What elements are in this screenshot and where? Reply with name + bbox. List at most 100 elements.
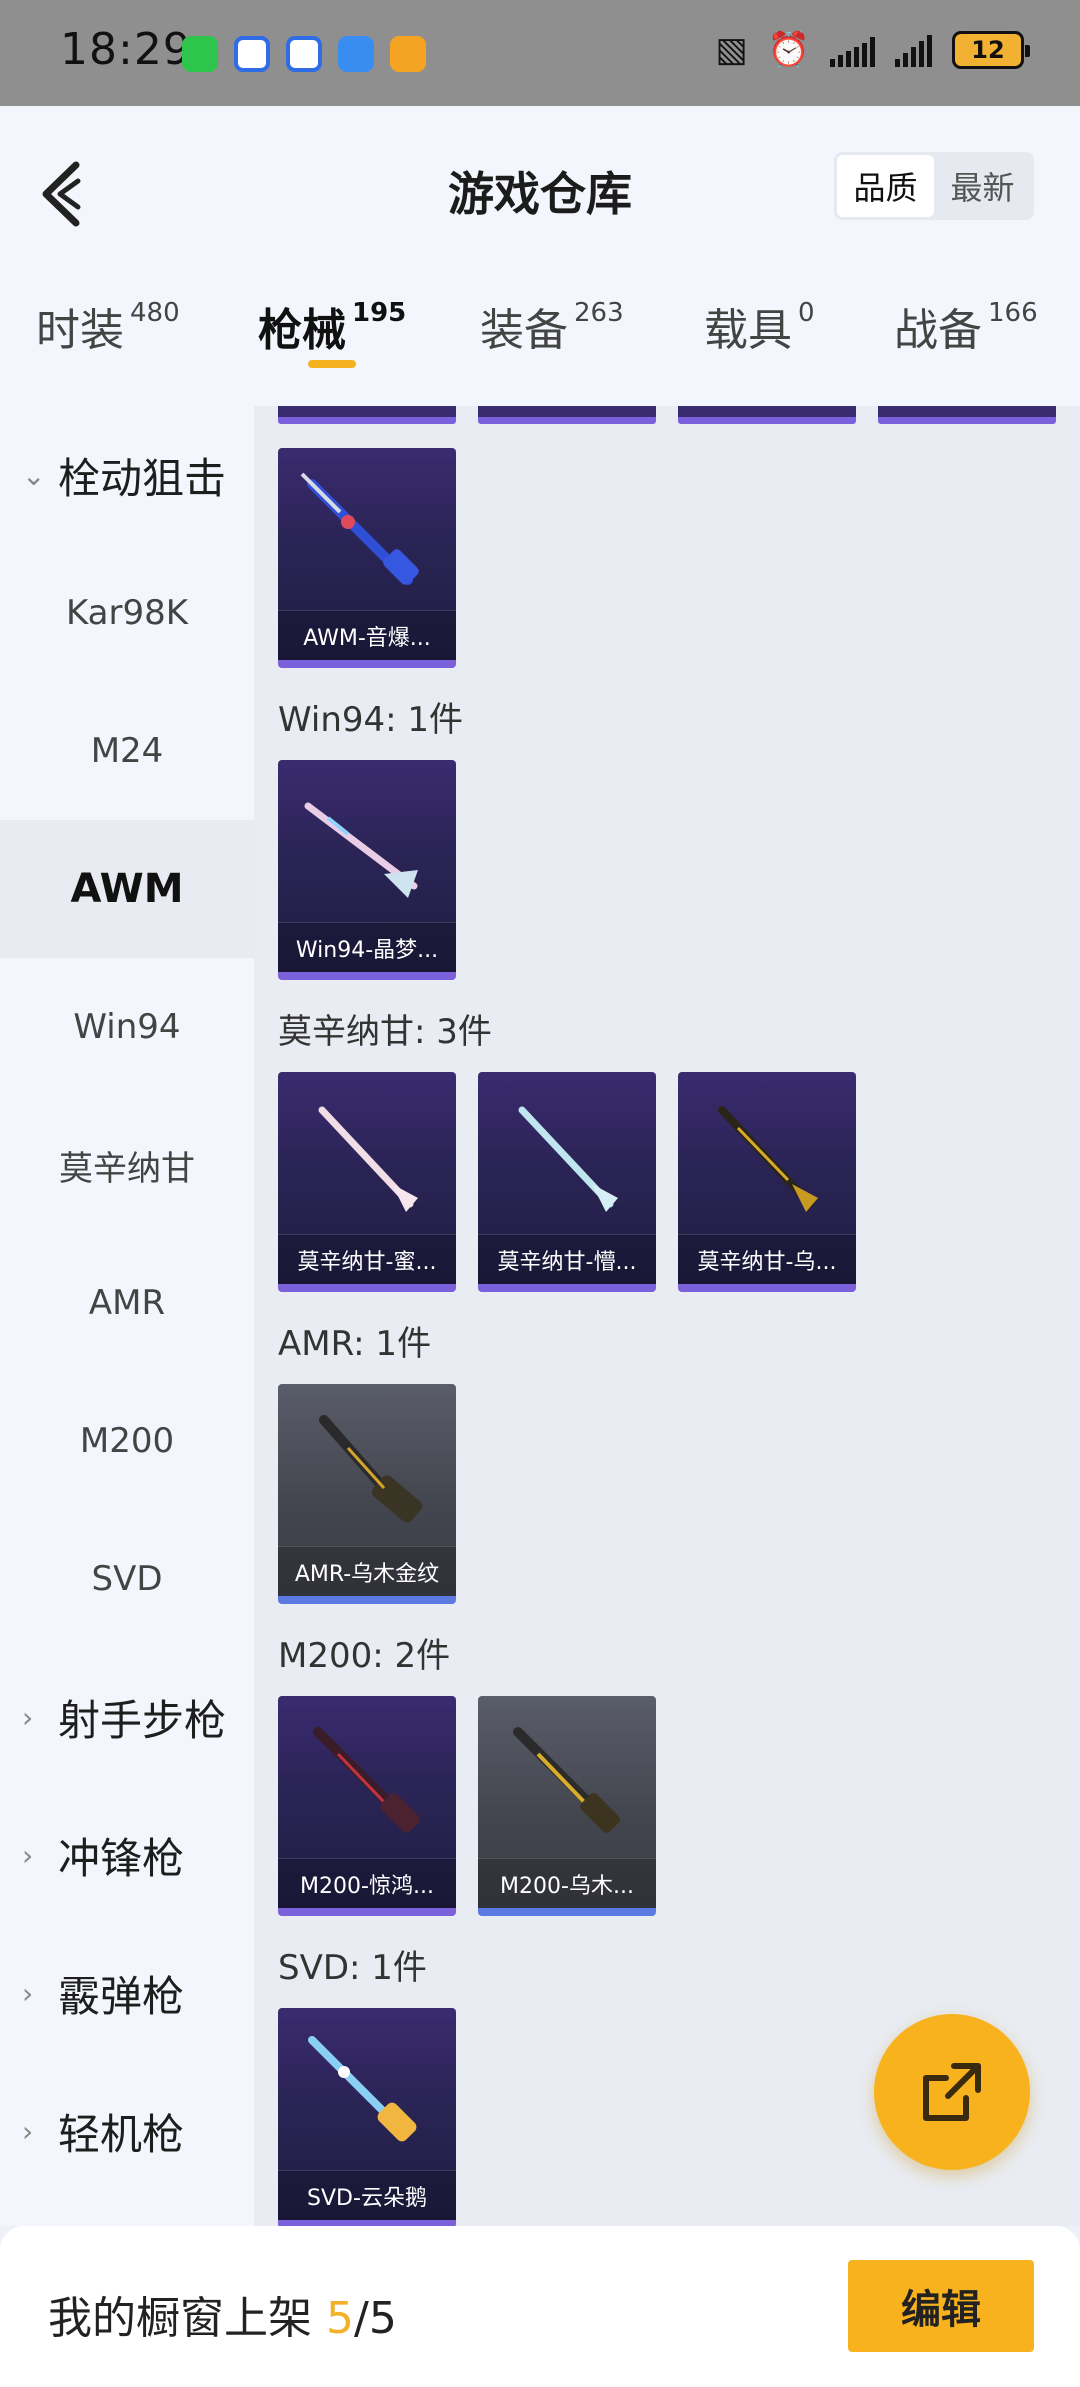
share-fab-button[interactable] (874, 2014, 1030, 2170)
item-name: M200-惊鸿... (278, 1858, 456, 1908)
signal-icon (895, 33, 932, 67)
edit-button[interactable]: 编辑 (848, 2260, 1034, 2352)
item-name: SVD-云朵鹅 (278, 2170, 456, 2220)
item-card[interactable]: AWM-音爆... (278, 448, 456, 668)
item-card[interactable]: AMR-乌木金纹 (278, 1384, 456, 1604)
chevron-right-icon: › (22, 1976, 34, 2010)
showcase-total-count: /5 (354, 2293, 397, 2344)
tab-count: 0 (798, 298, 815, 328)
chevron-right-icon: › (22, 2114, 34, 2148)
item-card-partial[interactable] (678, 406, 856, 424)
share-icon (923, 2063, 981, 2121)
item-card[interactable]: 莫辛纳甘-懵... (478, 1072, 656, 1292)
item-card[interactable]: Win94-晶梦... (278, 760, 456, 980)
section-title-svd: SVD: 1件 (278, 1948, 427, 1988)
tab-count: 195 (352, 298, 407, 328)
signal-icon (830, 33, 875, 67)
chevron-right-icon: › (22, 1838, 34, 1872)
showcase-status: 我的橱窗上架 5/5 (48, 2282, 397, 2346)
item-name: 莫辛纳甘-蜜... (278, 1234, 456, 1284)
sort-toggle: 品质 最新 (834, 152, 1034, 220)
sidebar-item-m24[interactable]: M24 (0, 682, 254, 820)
status-bar: 18:29 ▧ ⏰ 12 (0, 0, 1080, 106)
tab-count: 166 (988, 298, 1038, 328)
item-card[interactable]: SVD-云朵鹅 (278, 2008, 456, 2226)
sidebar-group-smg[interactable]: › 冲锋枪 (0, 1786, 254, 1924)
item-card[interactable]: 莫辛纳甘-蜜... (278, 1072, 456, 1292)
app-icon-2 (286, 36, 322, 72)
item-name: AWM-音爆... (278, 610, 456, 660)
item-name: M200-乌木... (478, 1858, 656, 1908)
rifle-image (319, 1415, 423, 1523)
item-card-partial[interactable] (478, 406, 656, 424)
active-tab-indicator (308, 360, 356, 368)
sort-latest-button[interactable]: 最新 (934, 155, 1031, 217)
sidebar-group-label: 射手步枪 (58, 1695, 227, 1745)
weather-icon (338, 36, 374, 72)
category-tabs: 时装 480 枪械 195 装备 263 载具 0 战备 166 (0, 294, 1080, 394)
chevron-right-icon: › (22, 1700, 34, 1734)
tab-label: 装备 (480, 305, 568, 356)
chevron-down-icon: ⌄ (22, 458, 46, 492)
bottom-bar: 我的橱窗上架 5/5 编辑 (0, 2226, 1080, 2387)
rifle-image (308, 2036, 417, 2142)
sidebar-item-kar98k[interactable]: Kar98K (0, 544, 254, 682)
rifle-image (313, 1727, 420, 1833)
rifle-image (518, 1106, 618, 1212)
tab-label: 时装 (36, 305, 124, 356)
rifle-image (513, 1727, 620, 1833)
sidebar-item-amr[interactable]: AMR (0, 1234, 254, 1372)
section-title-amr: AMR: 1件 (278, 1324, 432, 1364)
item-card-partial[interactable] (878, 406, 1056, 424)
sidebar-item-awm[interactable]: AWM (0, 820, 254, 958)
battery-level: 12 (971, 36, 1005, 64)
item-card-partial[interactable] (278, 406, 456, 424)
showcase-label: 我的橱窗上架 (48, 2293, 326, 2344)
sidebar-item-mosin[interactable]: 莫辛纳甘 (0, 1096, 254, 1234)
showcase-current-count: 5 (326, 2293, 354, 2344)
battery-icon: 12 (952, 31, 1030, 69)
sidebar-group-label: 栓动狙击 (58, 453, 227, 503)
item-name: 莫辛纳甘-乌... (678, 1234, 856, 1284)
sidebar-group-marksman[interactable]: › 射手步枪 (0, 1648, 254, 1786)
wechat-icon (182, 36, 218, 72)
item-card[interactable]: 莫辛纳甘-乌... (678, 1072, 856, 1292)
tab-count: 263 (574, 298, 624, 328)
sidebar-item-m200[interactable]: M200 (0, 1372, 254, 1510)
sidebar-item-win94[interactable]: Win94 (0, 958, 254, 1096)
sidebar-group-label: 冲锋枪 (58, 1833, 185, 1883)
tab-count: 480 (130, 298, 180, 328)
section-title-m200: M200: 2件 (278, 1636, 451, 1676)
rifle-image (300, 472, 419, 585)
tab-fashion[interactable]: 时装 480 (36, 294, 180, 358)
tab-equipment[interactable]: 装备 263 (480, 294, 624, 358)
sidebar-group-lmg[interactable]: › 轻机枪 (0, 2062, 254, 2200)
item-card[interactable]: M200-乌木... (478, 1696, 656, 1916)
sort-quality-button[interactable]: 品质 (837, 155, 934, 217)
sidebar-group-bolt-action[interactable]: ⌄ 栓动狙击 (0, 406, 254, 544)
sidebar-item-svd[interactable]: SVD (0, 1510, 254, 1648)
nfc-icon: ▧ (715, 30, 748, 70)
item-grid: AWM-音爆... Win94: 1件 Win94-晶梦... 莫辛纳甘: 3件… (254, 406, 1080, 2226)
tab-vehicles[interactable]: 载具 0 (704, 294, 815, 358)
item-name: Win94-晶梦... (278, 922, 456, 972)
sidebar-group-label: 霰弹枪 (58, 1971, 185, 2021)
item-card[interactable]: M200-惊鸿... (278, 1696, 456, 1916)
rifle-image (318, 1106, 418, 1212)
section-title-win94: Win94: 1件 (278, 700, 464, 740)
tab-label: 枪械 (258, 305, 346, 356)
tab-supplies[interactable]: 战备 166 (894, 294, 1038, 358)
rifle-image (718, 1106, 818, 1212)
rifle-image (304, 802, 418, 898)
header: 游戏仓库 品质 最新 时装 480 枪械 195 装备 263 载具 0 战备 166 (0, 106, 1080, 406)
tab-firearms[interactable]: 枪械 195 (258, 294, 406, 358)
play-icon (390, 36, 426, 72)
item-name: 莫辛纳甘-懵... (478, 1234, 656, 1284)
sidebar-group-label: 轻机枪 (58, 2109, 185, 2159)
sidebar-group-shotgun[interactable]: › 霰弹枪 (0, 1924, 254, 2062)
app-icon-1 (234, 36, 270, 72)
status-time: 18:29 (60, 24, 192, 75)
sidebar: ⌄ 栓动狙击 Kar98K M24 AWM Win94 莫辛纳甘 AMR M20… (0, 406, 254, 2226)
tab-label: 载具 (704, 305, 792, 356)
tab-label: 战备 (894, 305, 982, 356)
